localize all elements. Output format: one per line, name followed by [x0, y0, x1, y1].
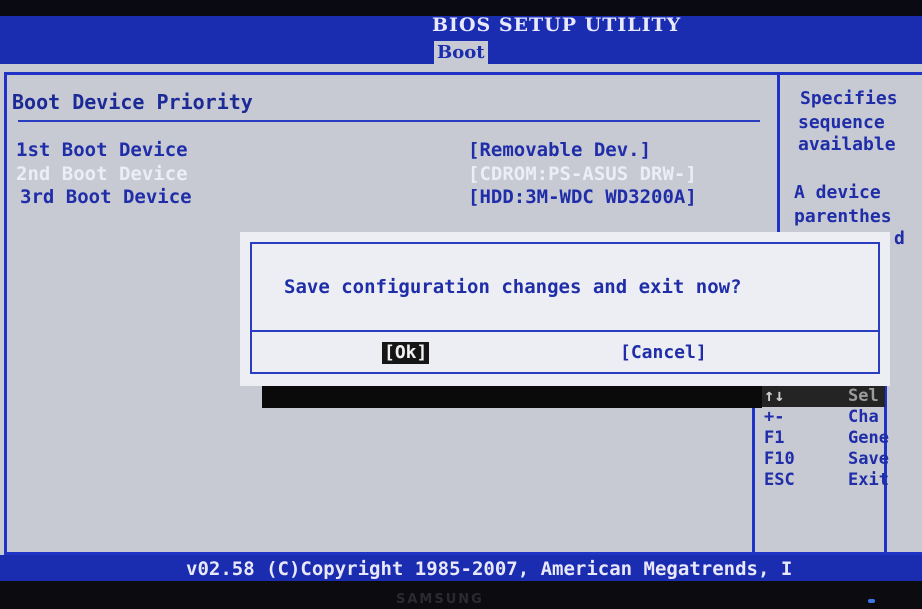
dialog-shadow: [262, 386, 762, 408]
boot-device-value[interactable]: [Removable Dev.]: [468, 139, 651, 161]
brand-logo: SAMSUNG: [396, 592, 484, 607]
dialog-border: [250, 242, 252, 372]
section-title: Boot Device Priority: [12, 90, 253, 114]
ok-button[interactable]: [Ok]: [382, 342, 430, 364]
boot-device-label: 1st Boot Device: [16, 139, 188, 161]
plus-minus-key: +-: [764, 407, 785, 427]
window-title: BIOS SETUP UTILITY: [432, 14, 682, 36]
f1-key: F1: [764, 428, 785, 448]
help-text-line: A device: [794, 182, 881, 203]
f10-key: F10: [764, 449, 795, 469]
boot-device-label: 2nd Boot Device: [16, 163, 188, 185]
footer-bar: v02.58 (C)Copyright 1985-2007, American …: [0, 555, 922, 581]
dialog-message: Save configuration changes and exit now?: [284, 276, 742, 298]
boot-device-label: 3rd Boot Device: [20, 186, 192, 208]
section-divider: [18, 120, 760, 122]
boot-device-value[interactable]: [HDD:3M-WDC WD3200A]: [468, 186, 697, 208]
frame-border: [4, 72, 922, 75]
bios-screen: BIOS SETUP UTILITY Boot Boot Device Prio…: [0, 0, 922, 600]
power-led-icon: [868, 599, 875, 603]
key-desc: Sel: [848, 386, 879, 406]
dialog-border: [250, 242, 878, 244]
confirm-dialog: Save configuration changes and exit now?…: [240, 232, 890, 386]
dialog-border: [878, 242, 880, 372]
help-text-line: parenthes: [794, 206, 892, 227]
copyright-text: v02.58 (C)Copyright 1985-2007, American …: [186, 558, 793, 580]
help-text-line: available: [798, 134, 896, 155]
esc-key: ESC: [764, 470, 795, 490]
frame-border: [4, 72, 7, 554]
help-text-line: d: [894, 228, 905, 249]
key-desc: Gene: [848, 428, 889, 448]
dialog-border: [250, 372, 880, 374]
boot-device-value[interactable]: [CDROM:PS-ASUS DRW-]: [468, 163, 697, 185]
help-text-line: sequence: [798, 112, 885, 133]
panel-divider: [777, 72, 780, 242]
key-desc: Exit: [848, 470, 889, 490]
key-desc: Save: [848, 449, 889, 469]
help-text-line: Specifies: [800, 88, 898, 109]
key-desc: Cha: [848, 407, 879, 427]
arrow-keys-icon: ↑↓: [764, 386, 785, 406]
dialog-divider: [250, 330, 880, 332]
cancel-button[interactable]: [Cancel]: [620, 342, 707, 364]
tab-boot[interactable]: Boot: [434, 41, 488, 64]
